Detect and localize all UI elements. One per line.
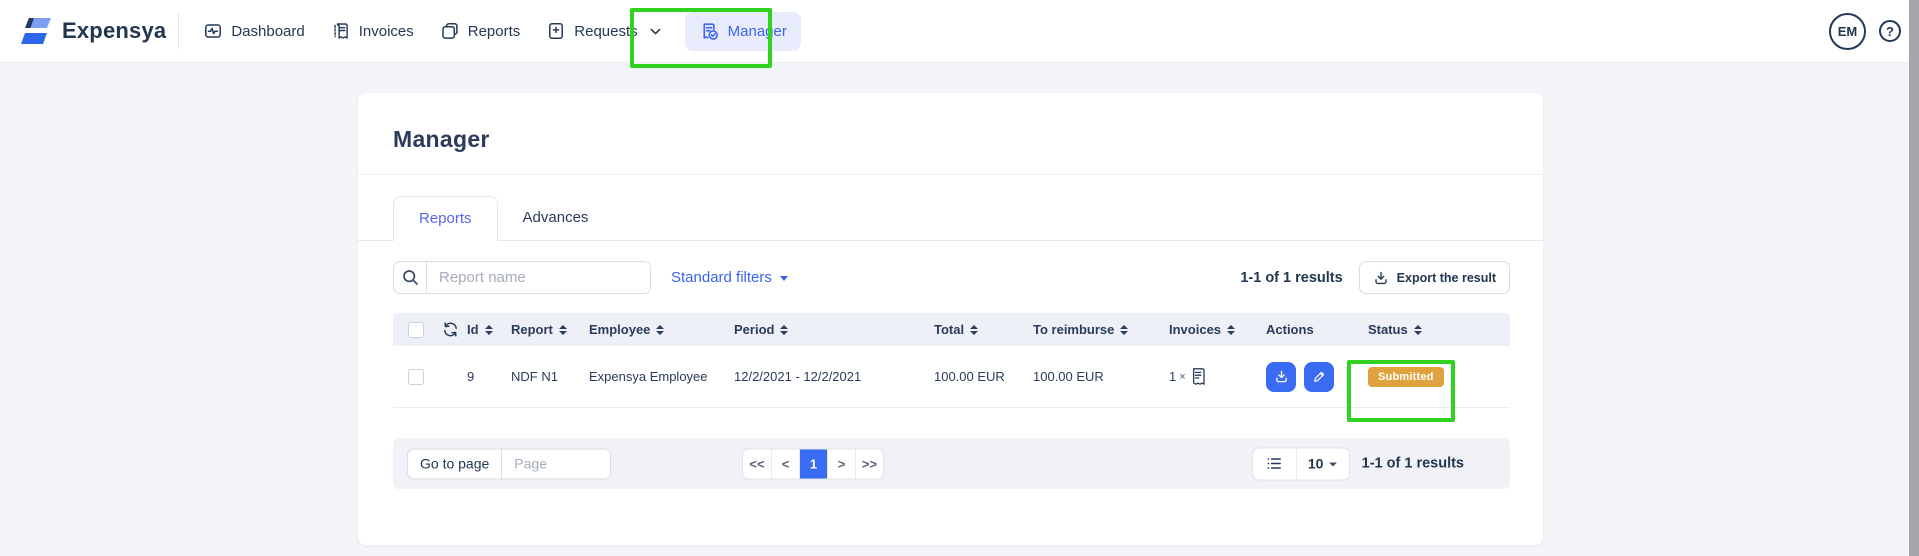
column-header-invoices[interactable]: Invoices xyxy=(1169,322,1266,337)
results-summary-top: 1-1 of 1 results xyxy=(1240,270,1342,286)
sort-icon xyxy=(1414,325,1422,335)
page-number-input[interactable] xyxy=(502,449,610,478)
user-avatar[interactable]: EM xyxy=(1829,13,1866,50)
reports-table: Id Report Employee Period Total To reimb… xyxy=(393,313,1510,408)
cell-actions xyxy=(1266,362,1368,392)
pagination-bar: Go to page << < 1 > >> xyxy=(393,438,1510,489)
sort-icon xyxy=(559,325,567,335)
first-page-button[interactable]: << xyxy=(743,449,771,478)
column-header-actions: Actions xyxy=(1266,322,1368,337)
nav-item-reports[interactable]: Reports xyxy=(430,12,531,50)
caret-down-icon xyxy=(780,276,788,281)
list-view-button[interactable] xyxy=(1253,448,1297,479)
pagination-right-cluster: 10 1-1 of 1 results xyxy=(1252,447,1464,480)
chevron-down-icon xyxy=(648,24,663,39)
invoice-times-symbol: × xyxy=(1179,371,1185,383)
avatar-initials: EM xyxy=(1838,24,1858,39)
cell-period: 12/2/2021 - 12/2/2021 xyxy=(734,369,934,384)
column-header-employee[interactable]: Employee xyxy=(589,322,734,337)
search-button[interactable] xyxy=(394,262,427,293)
main-nav: Dashboard Invoices Reports xyxy=(193,12,801,51)
pager: << < 1 > >> xyxy=(742,448,884,479)
next-page-button[interactable]: > xyxy=(827,449,855,478)
standard-filters-link[interactable]: Standard filters xyxy=(671,269,788,286)
tab-advances[interactable]: Advances xyxy=(498,196,614,241)
sort-icon xyxy=(1120,325,1128,335)
column-header-report[interactable]: Report xyxy=(511,322,589,337)
sort-icon xyxy=(970,325,978,335)
select-all-checkbox[interactable] xyxy=(408,322,424,338)
page-title: Manager xyxy=(393,126,1510,153)
dashboard-icon xyxy=(203,21,223,41)
help-icon[interactable]: ? xyxy=(1879,20,1901,42)
cell-invoices: 1 × xyxy=(1169,367,1266,386)
title-divider xyxy=(358,174,1543,175)
cell-employee: Expensya Employee xyxy=(589,369,734,384)
cell-status: Submitted xyxy=(1368,367,1510,387)
nav-item-requests[interactable]: Requests xyxy=(536,12,672,50)
manager-icon xyxy=(699,21,720,42)
cell-total: 100.00 EUR xyxy=(934,369,1033,384)
toolbar-row: Standard filters 1-1 of 1 results Export… xyxy=(393,261,1510,294)
row-checkbox[interactable] xyxy=(408,369,424,385)
cell-to-reimburse: 100.00 EUR xyxy=(1033,369,1169,384)
caret-down-icon xyxy=(1329,463,1337,467)
column-header-period[interactable]: Period xyxy=(734,322,934,337)
download-icon xyxy=(1274,369,1289,384)
current-page-button[interactable]: 1 xyxy=(799,449,827,478)
sort-icon xyxy=(1227,325,1235,335)
reports-icon xyxy=(440,21,460,41)
cell-id: 9 xyxy=(467,369,511,384)
edit-report-button[interactable] xyxy=(1304,362,1334,392)
scrollbar[interactable] xyxy=(1909,0,1919,556)
refresh-icon[interactable] xyxy=(441,320,460,339)
cell-report[interactable]: NDF N1 xyxy=(511,369,589,384)
sort-icon xyxy=(780,325,788,335)
sort-icon xyxy=(656,325,664,335)
expensya-logo[interactable]: Expensya xyxy=(17,16,166,47)
invoices-icon xyxy=(331,21,351,41)
go-to-page-control: Go to page xyxy=(407,448,611,479)
tab-reports[interactable]: Reports xyxy=(393,196,498,241)
column-header-to-reimburse[interactable]: To reimburse xyxy=(1033,322,1169,337)
tab-bar: Reports Advances xyxy=(358,196,1543,241)
export-result-button[interactable]: Export the result xyxy=(1359,261,1510,294)
status-badge: Submitted xyxy=(1368,367,1444,387)
brand-name: Expensya xyxy=(62,18,166,44)
download-report-button[interactable] xyxy=(1266,362,1296,392)
per-page-control: 10 xyxy=(1252,447,1350,480)
last-page-button[interactable]: >> xyxy=(855,449,883,478)
table-row: 9 NDF N1 Expensya Employee 12/2/2021 - 1… xyxy=(393,346,1510,408)
column-header-id[interactable]: Id xyxy=(467,322,511,337)
top-navigation-bar: Expensya Dashboard Invoices xyxy=(0,0,1909,63)
invoice-count: 1 xyxy=(1169,369,1176,384)
pencil-icon xyxy=(1312,369,1327,384)
search-input[interactable] xyxy=(427,262,650,293)
list-icon xyxy=(1265,455,1283,473)
column-header-status[interactable]: Status xyxy=(1368,322,1510,337)
per-page-dropdown[interactable]: 10 xyxy=(1297,448,1349,479)
topbar-right-cluster: EM ? xyxy=(1829,13,1901,50)
manager-card: Manager Reports Advances Standard filter… xyxy=(358,93,1543,545)
go-to-page-button[interactable]: Go to page xyxy=(408,449,502,478)
results-summary-bottom: 1-1 of 1 results xyxy=(1362,456,1464,472)
previous-page-button[interactable]: < xyxy=(771,449,799,478)
invoice-receipt-icon xyxy=(1190,367,1206,386)
table-header-row: Id Report Employee Period Total To reimb… xyxy=(393,313,1510,346)
nav-item-dashboard[interactable]: Dashboard xyxy=(193,12,314,50)
sort-icon xyxy=(485,325,493,335)
nav-item-invoices[interactable]: Invoices xyxy=(321,12,424,50)
column-header-total[interactable]: Total xyxy=(934,322,1033,337)
nav-item-manager[interactable]: Manager xyxy=(685,12,801,51)
expensya-logo-icon xyxy=(17,16,53,47)
topbar-divider xyxy=(178,13,179,49)
card-header: Manager xyxy=(358,93,1543,153)
download-icon xyxy=(1373,270,1389,286)
requests-icon xyxy=(546,21,566,41)
report-search-control xyxy=(393,261,651,294)
search-icon xyxy=(401,268,420,287)
